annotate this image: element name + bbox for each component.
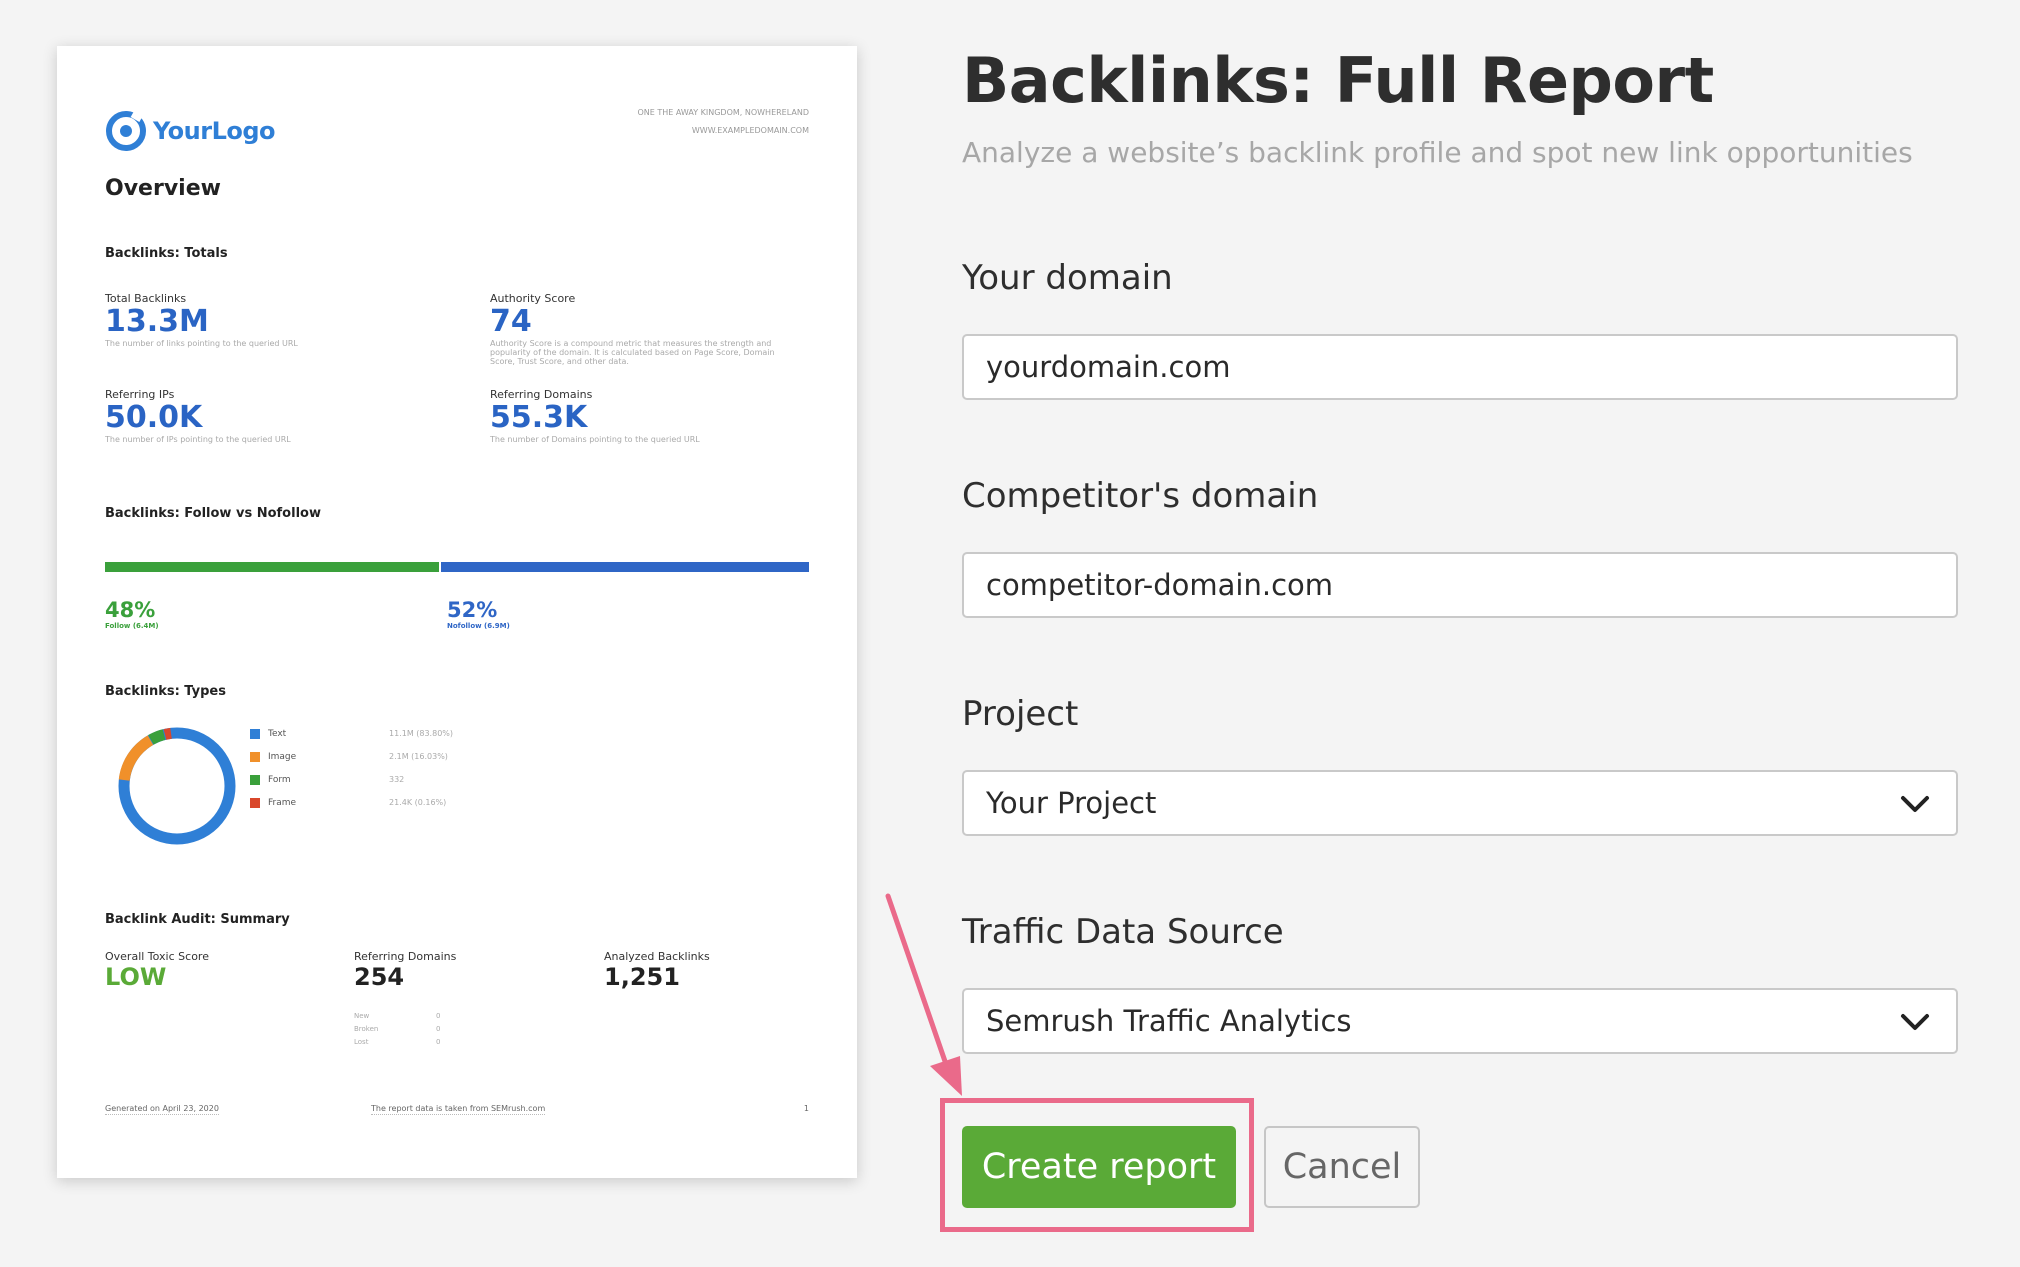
traffic-source-label: Traffic Data Source (962, 912, 1284, 952)
legend-label: Frame (268, 797, 297, 808)
follow-bar (105, 562, 439, 572)
nofollow-percent: 52% (447, 598, 498, 622)
project-select[interactable]: Your Project (962, 770, 1958, 836)
legend-swatch (250, 728, 260, 739)
legend-label: Form (268, 774, 291, 785)
metric-desc: The number of links pointing to the quer… (105, 339, 298, 348)
metric-label: Authority Score (490, 292, 576, 305)
footer-generated: Generated on April 23, 2020 (105, 1104, 219, 1115)
metric-value: 50.0K (105, 400, 203, 435)
audit-value: 1,251 (604, 963, 680, 991)
metric-authority-score: Authority Score 74 Authority Score is a … (490, 292, 800, 366)
legend-label: Image (268, 751, 297, 762)
nofollow-stat: 52% Nofollow (6.9M) (447, 598, 510, 630)
competitor-domain-value: competitor-domain.com (986, 568, 1334, 602)
logo-text: YourLogo (153, 117, 276, 145)
legend-swatch (250, 774, 260, 785)
legend-label: Text (268, 728, 287, 739)
nofollow-count: Nofollow (6.9M) (447, 622, 510, 630)
breakdown-value: 0 (436, 1012, 441, 1020)
follow-percent: 48% (105, 598, 156, 622)
audit-section-title: Backlink Audit: Summary (105, 912, 290, 927)
breakdown-value: 0 (436, 1025, 441, 1033)
legend-swatch (250, 751, 260, 762)
competitor-domain-input[interactable]: competitor-domain.com (962, 552, 1958, 618)
your-domain-label: Your domain (962, 258, 1173, 298)
legend-value: 21.4K (0.16%) (389, 798, 447, 807)
cancel-button[interactable]: Cancel (1264, 1126, 1420, 1208)
follow-count: Follow (6.4M) (105, 622, 159, 630)
chevron-down-icon (1901, 796, 1929, 812)
metric-desc: The number of Domains pointing to the qu… (490, 435, 700, 444)
legend-item-form: Form (250, 768, 296, 791)
audit-label: Overall Toxic Score (105, 950, 209, 963)
follow-stat: 48% Follow (6.4M) (105, 598, 159, 630)
audit-breakdown: New Broken Lost 0 0 0 (354, 1010, 440, 1049)
metric-desc: Authority Score is a compound metric tha… (490, 339, 775, 366)
metric-referring-ips: Referring IPs 50.0K The number of IPs po… (105, 388, 385, 444)
page-subtitle: Analyze a website’s backlink profile and… (962, 136, 1913, 169)
metric-referring-domains: Referring Domains 55.3K The number of Do… (490, 388, 800, 444)
audit-label: Analyzed Backlinks (604, 950, 710, 963)
donut-form-segment (148, 729, 166, 745)
traffic-source-select[interactable]: Semrush Traffic Analytics (962, 988, 1958, 1054)
report-overview-title: Overview (105, 176, 221, 201)
donut-frame-segment (163, 727, 172, 740)
follow-section-title: Backlinks: Follow vs Nofollow (105, 506, 321, 521)
traffic-source-selected-value: Semrush Traffic Analytics (986, 1004, 1352, 1038)
annotation-arrow-icon (885, 893, 962, 1096)
metric-value: 74 (490, 304, 532, 339)
breakdown-label: Lost (354, 1038, 369, 1046)
audit-referring-domains: Referring Domains 254 (354, 950, 456, 991)
donut-image-segment (118, 735, 154, 781)
legend-item-frame: Frame (250, 791, 296, 814)
legend-item-text: Text (250, 722, 296, 745)
nofollow-bar (441, 562, 809, 572)
address-line: ONE THE AWAY KINGDOM, NOWHERELAND (637, 108, 809, 117)
report-logo: YourLogo (105, 110, 276, 152)
legend-item-image: Image (250, 745, 296, 768)
audit-value: 254 (354, 963, 405, 991)
logo-icon (106, 110, 146, 151)
create-report-button[interactable]: Create report (962, 1126, 1236, 1208)
metric-desc: The number of IPs pointing to the querie… (105, 435, 291, 444)
types-donut-chart (118, 727, 236, 845)
your-domain-value: yourdomain.com (986, 350, 1231, 384)
totals-section-title: Backlinks: Totals (105, 246, 228, 261)
project-label: Project (962, 694, 1079, 734)
report-address: ONE THE AWAY KINGDOM, NOWHERELAND WWW.EX… (637, 104, 809, 140)
audit-value: LOW (105, 963, 167, 991)
chevron-down-icon (1901, 1014, 1929, 1030)
audit-toxic-score: Overall Toxic Score LOW (105, 950, 209, 991)
breakdown-label: Broken (354, 1025, 379, 1033)
project-selected-value: Your Project (986, 786, 1157, 820)
legend-value: 332 (389, 775, 405, 784)
breakdown-label: New (354, 1012, 370, 1020)
report-preview: YourLogo ONE THE AWAY KINGDOM, NOWHERELA… (57, 46, 857, 1178)
metric-total-backlinks: Total Backlinks 13.3M The number of link… (105, 292, 385, 348)
competitor-domain-label: Competitor's domain (962, 476, 1319, 516)
metric-value: 55.3K (490, 400, 588, 435)
page-title: Backlinks: Full Report (962, 44, 1714, 117)
breakdown-value: 0 (436, 1038, 441, 1046)
legend-value: 2.1M (16.03%) (389, 752, 448, 761)
types-legend: Text Image Form Frame (250, 722, 296, 814)
legend-swatch (250, 797, 260, 808)
metric-value: 13.3M (105, 304, 209, 339)
audit-analyzed-backlinks: Analyzed Backlinks 1,251 (604, 950, 710, 991)
footer-page-number: 1 (803, 1104, 809, 1113)
footer-source: The report data is taken from SEMrush.co… (371, 1104, 546, 1115)
types-section-title: Backlinks: Types (105, 684, 226, 699)
types-values: 11.1M (83.80%) 2.1M (16.03%) 332 21.4K (… (389, 722, 453, 814)
address-line: WWW.EXAMPLEDOMAIN.COM (691, 126, 809, 135)
legend-value: 11.1M (83.80%) (389, 729, 454, 738)
audit-label: Referring Domains (354, 950, 457, 963)
your-domain-input[interactable]: yourdomain.com (962, 334, 1958, 400)
